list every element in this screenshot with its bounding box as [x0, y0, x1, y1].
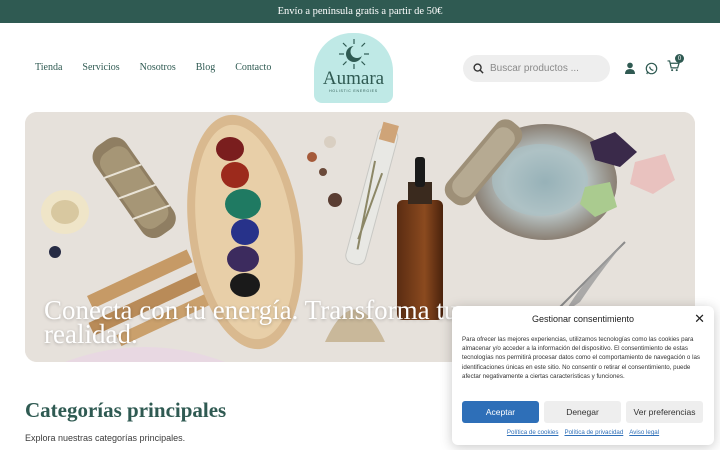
- categories-title: Categorías principales: [25, 398, 227, 422]
- close-icon[interactable]: ✕: [694, 312, 705, 325]
- whatsapp-icon[interactable]: [645, 62, 658, 75]
- nav-item-contacto[interactable]: Contacto: [235, 62, 271, 73]
- deny-button[interactable]: Denegar: [544, 401, 621, 423]
- privacy-policy-link[interactable]: Política de privacidad: [564, 429, 623, 436]
- cookie-policy-link[interactable]: Política de cookies: [507, 429, 559, 436]
- consent-text: Para ofrecer las mejores experiencias, u…: [462, 336, 701, 380]
- promo-bar: Envío a península gratis a partir de 50€: [0, 0, 720, 23]
- nav-item-tienda[interactable]: Tienda: [35, 62, 62, 73]
- categories-subtitle: Explora nuestras categorías principales.: [25, 433, 186, 443]
- nav-item-blog[interactable]: Blog: [196, 62, 215, 73]
- preferences-button[interactable]: Ver preferencias: [626, 401, 703, 423]
- nav-item-servicios[interactable]: Servicios: [82, 62, 119, 73]
- search-icon[interactable]: [473, 63, 484, 74]
- hero-title: Conecta con tu energía. Transforma tu re…: [44, 295, 458, 349]
- consent-buttons: Aceptar Denegar Ver preferencias: [462, 401, 703, 423]
- consent-links: Política de cookies Política de privacid…: [452, 429, 714, 436]
- main-nav: Tienda Servicios Nosotros Blog Contacto: [35, 62, 271, 73]
- site-logo[interactable]: Aumara HOLISTIC ENERGIES: [314, 33, 393, 103]
- consent-title: Gestionar consentimiento: [531, 314, 635, 324]
- cart-count-badge: 0: [675, 54, 684, 63]
- logo-tagline: HOLISTIC ENERGIES: [329, 89, 378, 93]
- sun-moon-icon: [338, 39, 369, 69]
- legal-notice-link[interactable]: Aviso legal: [629, 429, 659, 436]
- site-header: Tienda Servicios Nosotros Blog Contacto …: [0, 23, 720, 113]
- logo-wordmark: Aumara: [322, 68, 385, 89]
- cookie-consent-dialog: Gestionar consentimiento ✕ Para ofrecer …: [452, 306, 714, 445]
- search-box[interactable]: [463, 55, 610, 82]
- cart-button[interactable]: 0: [667, 54, 684, 77]
- accept-button[interactable]: Aceptar: [462, 401, 539, 423]
- search-input[interactable]: [490, 63, 600, 74]
- nav-item-nosotros[interactable]: Nosotros: [140, 62, 176, 73]
- header-icons: 0: [624, 54, 684, 77]
- user-icon[interactable]: [624, 62, 636, 74]
- promo-text: Envío a península gratis a partir de 50€: [277, 6, 443, 17]
